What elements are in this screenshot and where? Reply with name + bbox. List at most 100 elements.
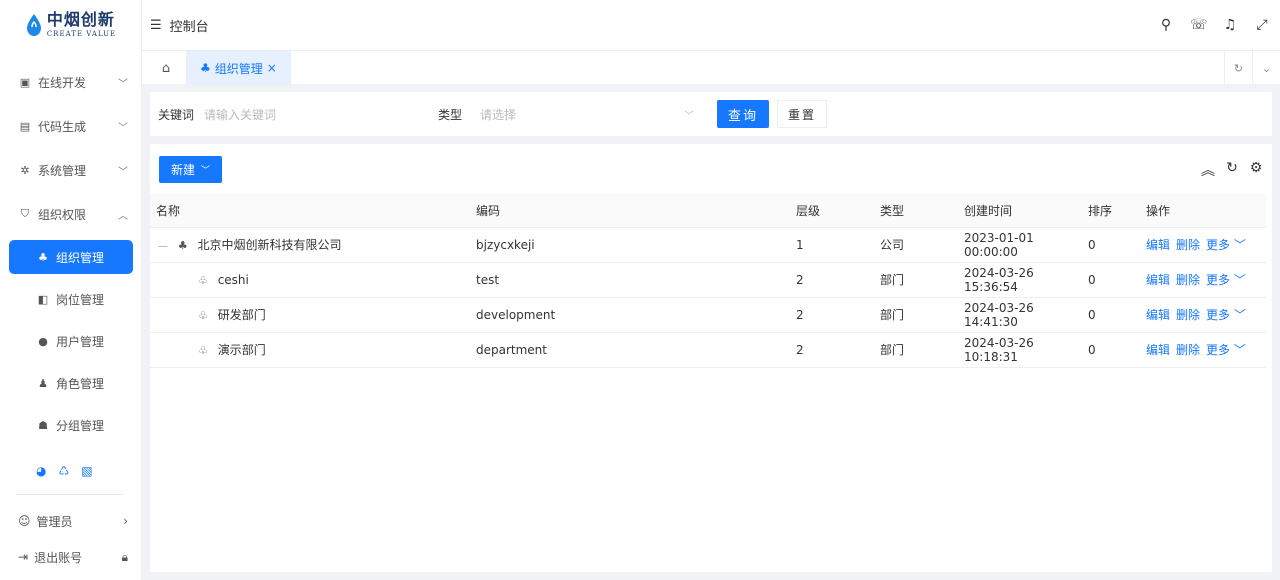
more-link[interactable]: 更多 ﹀ — [1206, 308, 1246, 322]
more-link[interactable]: 更多 ﹀ — [1206, 343, 1246, 357]
org-type: 部门 — [874, 297, 958, 333]
sidebar-item-user-management[interactable]: ● 用户管理 — [0, 320, 142, 362]
sidebar-item-label: 岗位管理 — [56, 292, 105, 307]
tab-actions: ↻ ⌄ — [1224, 51, 1280, 85]
bell-icon[interactable]: ♫ — [1222, 17, 1238, 33]
more-label: 更多 — [1206, 308, 1231, 322]
org-sort: 0 — [1082, 227, 1140, 263]
table-card: 新建 ﹀ ︽ ↻ ⚙ 名称 编码 层级 类型 创建时间 排序 操作 — ♣ 北京… — [150, 144, 1272, 572]
org-code: department — [470, 332, 790, 368]
org-level: 1 — [790, 227, 874, 263]
sidebar-item-label: 代码生成 — [38, 119, 87, 134]
keyword-input[interactable]: 请输入关键词 — [204, 100, 414, 128]
chevron-down-icon[interactable]: ⌄ — [1252, 51, 1280, 85]
edit-link[interactable]: 编辑 — [1146, 343, 1170, 357]
tree-collapse-icon[interactable]: — — [158, 241, 168, 252]
chevron-down-icon: ﹀ — [1233, 238, 1246, 252]
table-row: ♧ 演示部门 department 2 部门 2024-03-26 10:18:… — [150, 332, 1266, 368]
delete-link[interactable]: 删除 — [1176, 273, 1200, 287]
sidebar-item-post-management[interactable]: ◧ 岗位管理 — [0, 278, 142, 320]
table-row: ♧ ceshi test 2 部门 2024-03-26 15:36:54 0 … — [150, 262, 1266, 298]
org-level: 2 — [790, 262, 874, 298]
close-icon[interactable]: × — [267, 61, 277, 75]
sidebar-item-role-management[interactable]: ♟ 角色管理 — [0, 362, 142, 404]
org-icon: ♣ — [177, 239, 188, 252]
sidebar-item-system[interactable]: ✲ 系统管理 ﹀ — [0, 148, 142, 192]
fullscreen-icon[interactable]: ⤢ — [1254, 17, 1270, 33]
settings-icon[interactable]: ⚙ — [1248, 160, 1264, 180]
row-actions: 编辑 删除 更多 ﹀ — [1140, 297, 1266, 333]
shield-icon: ⛉ — [20, 207, 30, 220]
sidebar-item-label: 用户管理 — [56, 334, 105, 349]
quick-icons: ◕ ♺ ▧ — [0, 446, 142, 496]
sidebar-item-org-management[interactable]: ♣ 组织管理 — [9, 240, 133, 274]
org-table: 名称 编码 层级 类型 创建时间 排序 操作 — ♣ 北京中烟创新科技有限公司 … — [150, 194, 1266, 368]
org-created: 2024-03-26 15:36:54 — [958, 262, 1082, 298]
new-button[interactable]: 新建 ﹀ — [159, 156, 222, 183]
more-label: 更多 — [1206, 343, 1231, 357]
collapse-icon[interactable]: ︽ — [1200, 160, 1216, 180]
gear-icon: ✲ — [20, 163, 30, 177]
query-button[interactable]: 查询 — [717, 100, 769, 128]
column-header: 操作 — [1140, 194, 1266, 228]
org-type: 公司 — [874, 227, 958, 263]
org-sort: 0 — [1082, 332, 1140, 368]
delete-link[interactable]: 删除 — [1176, 343, 1200, 357]
delete-link[interactable]: 删除 — [1176, 238, 1200, 252]
chevron-down-icon: ﹀ — [201, 166, 211, 176]
chevron-down-icon: ﹀ — [684, 110, 694, 122]
admin-menu[interactable]: ☺ 管理员 › — [0, 505, 142, 537]
chevron-up-icon: ︿ — [118, 210, 128, 222]
side-menu: ▣ 在线开发 ﹀ ▤ 代码生成 ﹀ ✲ 系统管理 ﹀ ⛉ 组织权限 ︿ ♣ 组织… — [0, 60, 142, 496]
org-level: 2 — [790, 332, 874, 368]
chevron-down-icon: ﹀ — [118, 122, 128, 134]
document-icon[interactable]: ▧ — [81, 464, 92, 478]
refresh-icon[interactable]: ↻ — [1224, 51, 1252, 85]
sidebar-item-label: 在线开发 — [38, 75, 87, 90]
org-type: 部门 — [874, 332, 958, 368]
edit-link[interactable]: 编辑 — [1146, 273, 1170, 287]
column-header: 层级 — [790, 194, 874, 228]
menu-toggle-icon[interactable]: ☰ — [150, 18, 162, 33]
brand-name-cn: 中烟创新 — [46, 10, 115, 29]
org-name: ceshi — [217, 272, 249, 287]
message-icon[interactable]: ☏ — [1190, 17, 1208, 33]
edit-link[interactable]: 编辑 — [1146, 308, 1170, 322]
terminal-icon: ▣ — [19, 75, 31, 89]
recycle-icon[interactable]: ♺ — [58, 464, 69, 478]
sidebar-item-code-gen[interactable]: ▤ 代码生成 ﹀ — [0, 104, 142, 148]
org-icon: ♧ — [198, 273, 208, 287]
delete-link[interactable]: 删除 — [1176, 308, 1200, 322]
sidebar-item-org-permissions[interactable]: ⛉ 组织权限 ︿ — [0, 192, 142, 236]
tab-org-management[interactable]: ♣ 组织管理 × — [186, 51, 291, 85]
more-label: 更多 — [1206, 238, 1231, 252]
org-created: 2024-03-26 10:18:31 — [958, 332, 1082, 368]
type-select[interactable]: 请选择 ﹀ — [480, 100, 698, 128]
reset-button[interactable]: 重置 — [777, 100, 827, 128]
org-icon: ♣ — [38, 250, 48, 264]
more-link[interactable]: 更多 ﹀ — [1206, 273, 1246, 287]
home-tab[interactable]: ⌂ — [150, 51, 182, 85]
user-icon: ● — [38, 334, 48, 348]
edit-link[interactable]: 编辑 — [1146, 238, 1170, 252]
chevron-down-icon: ﹀ — [1233, 273, 1246, 287]
org-name: 研发部门 — [217, 308, 266, 322]
sidebar-item-label: 组织权限 — [38, 207, 87, 222]
chevron-down-icon: ﹀ — [1233, 308, 1246, 322]
type-select-placeholder: 请选择 — [480, 107, 517, 122]
org-icon: ♧ — [198, 309, 208, 322]
column-header: 编码 — [470, 194, 790, 228]
pie-chart-icon[interactable]: ◕ — [36, 464, 46, 478]
chevron-right-icon: › — [123, 514, 128, 528]
group-icon: ☗ — [38, 418, 48, 432]
row-actions: 编辑 删除 更多 ﹀ — [1140, 227, 1266, 263]
refresh-icon[interactable]: ↻ — [1224, 160, 1240, 180]
sidebar-item-online-dev[interactable]: ▣ 在线开发 ﹀ — [0, 60, 142, 104]
column-header: 名称 — [150, 194, 470, 228]
sidebar-item-group-management[interactable]: ☗ 分组管理 — [0, 404, 142, 446]
logout-icon: ⇥ — [18, 550, 29, 564]
search-icon[interactable]: ⚲ — [1158, 17, 1174, 33]
logo-drop-icon — [26, 14, 41, 36]
more-link[interactable]: 更多 ﹀ — [1206, 238, 1246, 252]
logout-button[interactable]: ⇥ 退出账号 🔒︎ — [0, 541, 142, 573]
